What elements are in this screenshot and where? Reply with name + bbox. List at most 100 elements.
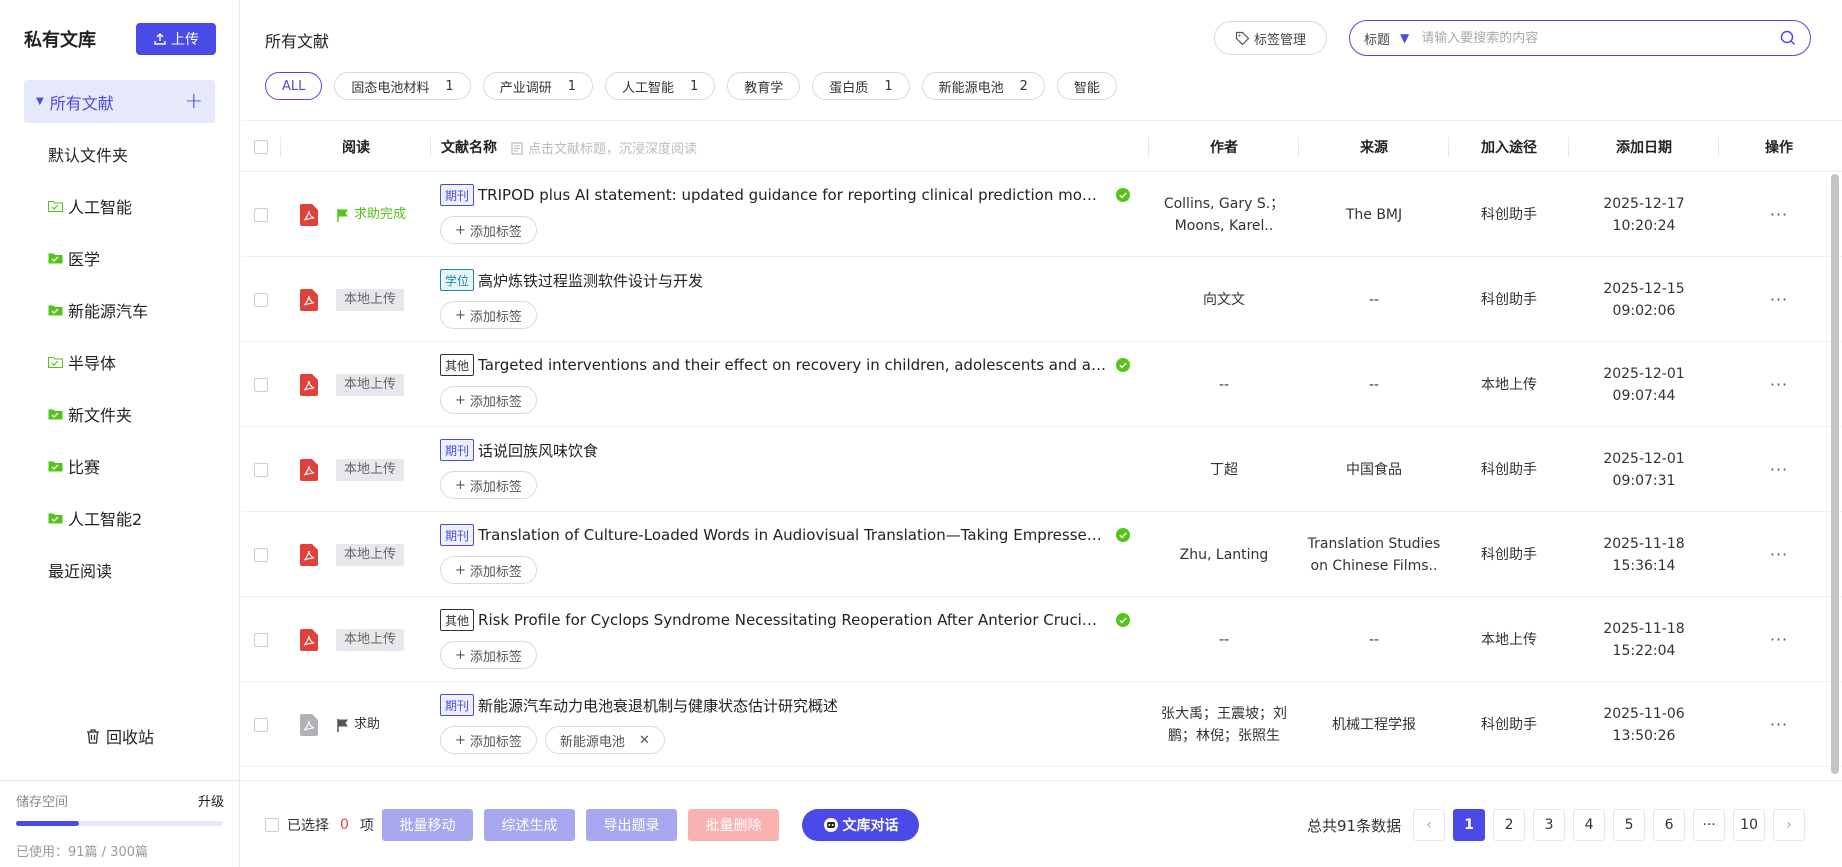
sidebar-item[interactable]: 比赛 [0, 440, 240, 492]
add-tag-button[interactable]: + 添加标签 [440, 301, 537, 329]
next-page-icon[interactable]: › [1773, 809, 1806, 841]
pdf-icon[interactable] [299, 628, 318, 651]
read-status-badge[interactable]: 本地上传 [336, 458, 405, 481]
sidebar-item[interactable]: 最近阅读 [0, 544, 240, 596]
doc-title[interactable]: Risk Profile for Cyclops Syndrome Necess… [478, 611, 1106, 629]
select-all-checkbox[interactable] [254, 140, 268, 154]
add-tag-button[interactable]: + 添加标签 [440, 641, 537, 669]
sidebar-item-all[interactable]: ▼ 所有文献 + [24, 80, 215, 123]
add-tag-button[interactable]: + 添加标签 [440, 471, 537, 499]
tag-chip[interactable]: ALL [265, 72, 323, 100]
tag-chip-label: 产业调研 [499, 80, 552, 96]
tag-chip[interactable]: 蛋白质 1 [812, 72, 910, 100]
tag-chip[interactable]: 产业调研 1 [482, 72, 593, 100]
table-row[interactable]: 本地上传 学位 高炉炼铁过程监测软件设计与开发 + 添加标签 向文文 -- 科创助手 2025-… [241, 257, 1842, 342]
page-button[interactable]: 3 [1533, 809, 1566, 841]
row-checkbox[interactable] [254, 292, 268, 307]
doc-type-badge: 学位 [440, 269, 475, 291]
table-row[interactable]: 求助 期刊 新能源汽车动力电池衰退机制与健康状态估计研究概述 + 添加标签 新能源电池 ✕ 张… [241, 682, 1842, 767]
sidebar-item[interactable]: 新能源汽车 [0, 284, 240, 336]
footer-select-checkbox[interactable] [265, 818, 279, 832]
more-actions-icon[interactable]: ··· [1719, 682, 1839, 767]
sidebar-item[interactable]: 新文件夹 [0, 388, 240, 440]
search-input[interactable] [1421, 30, 1780, 46]
tag-chip[interactable]: 固态电池材料 1 [334, 72, 471, 100]
tag-chip[interactable]: 新能源电池 2 [921, 72, 1045, 100]
recycle-bin[interactable]: 回收站 [0, 716, 240, 756]
read-status-badge[interactable]: 本地上传 [336, 288, 405, 311]
more-actions-icon[interactable]: ··· [1719, 512, 1839, 597]
read-status[interactable]: 求助完成 [336, 204, 406, 226]
page-button[interactable]: 6 [1653, 809, 1686, 841]
table-row[interactable]: 本地上传 其他 Risk Profile for Cyclops Syndrome … [241, 597, 1842, 682]
pdf-icon[interactable] [299, 543, 318, 566]
table-row[interactable]: 求助完成 期刊 TRIPOD plus AI statement: updated … [241, 172, 1842, 257]
pdf-icon[interactable] [299, 713, 318, 736]
doc-title[interactable]: TRIPOD plus AI statement: updated guidan… [478, 186, 1106, 204]
upload-button[interactable]: 上传 [136, 23, 216, 55]
batch-move-button[interactable]: 批量移动 [382, 809, 473, 841]
search-icon[interactable] [1780, 30, 1796, 46]
page-button[interactable]: 10 [1733, 809, 1766, 841]
add-tag-button[interactable]: + 添加标签 [440, 216, 537, 244]
tag-chip[interactable]: 教育学 [727, 72, 801, 100]
row-checkbox[interactable] [254, 717, 268, 732]
summary-generate-button[interactable]: 综述生成 [484, 809, 575, 841]
sidebar-item[interactable]: 半导体 [0, 336, 240, 388]
row-checkbox[interactable] [254, 377, 268, 392]
close-icon[interactable]: ✕ [639, 733, 650, 748]
sidebar-item[interactable]: 人工智能2 [0, 492, 240, 544]
export-citation-button[interactable]: 导出题录 [586, 809, 677, 841]
more-actions-icon[interactable]: ··· [1719, 257, 1839, 342]
more-actions-icon[interactable]: ··· [1719, 172, 1839, 257]
doc-title[interactable]: 高炉炼铁过程监测软件设计与开发 [478, 270, 703, 291]
add-folder-icon[interactable]: + [185, 89, 203, 114]
page-button[interactable]: 4 [1573, 809, 1606, 841]
upgrade-link[interactable]: 升级 [198, 791, 224, 810]
more-actions-icon[interactable]: ··· [1719, 597, 1839, 682]
read-status-badge[interactable]: 本地上传 [336, 373, 405, 396]
pdf-icon[interactable] [299, 373, 318, 396]
doc-title[interactable]: Targeted interventions and their effect … [478, 356, 1106, 374]
doc-title[interactable]: 话说回族风味饮食 [478, 440, 598, 461]
date-day: 2025-11-18 [1603, 535, 1685, 552]
page-button[interactable]: ··· [1693, 809, 1726, 841]
add-tag-button[interactable]: + 添加标签 [440, 386, 537, 414]
row-checkbox[interactable] [254, 462, 268, 477]
tag-chip[interactable]: 智能 [1056, 72, 1117, 100]
doc-title[interactable]: 新能源汽车动力电池衰退机制与健康状态估计研究概述 [478, 695, 838, 716]
table-row[interactable]: 本地上传 期刊 Translation of Culture-Loaded Word… [241, 512, 1842, 597]
more-actions-icon[interactable]: ··· [1719, 342, 1839, 427]
batch-delete-button[interactable]: 批量删除 [688, 809, 779, 841]
doc-title[interactable]: Translation of Culture-Loaded Words in A… [478, 526, 1106, 544]
search-field-select[interactable]: 标题 ▼ [1364, 29, 1421, 48]
table-row[interactable]: 本地上传 期刊 话说回族风味饮食 + 添加标签 丁超 中国食品 科创助手 2025-12-01 0… [241, 427, 1842, 512]
tag-manage-button[interactable]: 标签管理 [1214, 21, 1327, 55]
row-tag[interactable]: 新能源电池 ✕ [544, 726, 665, 754]
add-tag-button[interactable]: + 添加标签 [440, 556, 537, 584]
row-checkbox[interactable] [254, 207, 268, 222]
table-row[interactable]: 本地上传 其他 Targeted interventions and their e… [241, 342, 1842, 427]
sidebar-item[interactable]: 默认文件夹 [0, 128, 240, 180]
read-status-badge[interactable]: 本地上传 [336, 543, 405, 566]
more-actions-icon[interactable]: ··· [1719, 427, 1839, 512]
read-status[interactable]: 求助 [336, 714, 380, 736]
tag-chip[interactable]: 人工智能 1 [604, 72, 716, 100]
prev-page-icon[interactable]: ‹ [1413, 809, 1446, 841]
sidebar-item[interactable]: 人工智能 [0, 180, 240, 232]
page-button[interactable]: 2 [1493, 809, 1526, 841]
page-button[interactable]: 5 [1613, 809, 1646, 841]
pdf-icon[interactable] [299, 288, 318, 311]
row-checkbox[interactable] [254, 547, 268, 562]
table-scrollbar[interactable] [1831, 174, 1839, 774]
pdf-icon[interactable] [299, 203, 318, 226]
row-checkbox[interactable] [254, 632, 268, 647]
caret-down-icon[interactable]: ▼ [36, 96, 44, 107]
library-chat-button[interactable]: 文库对话 [802, 809, 919, 841]
add-tag-button[interactable]: + 添加标签 [440, 726, 537, 754]
tag-line: + 添加标签 [440, 216, 537, 244]
sidebar-item[interactable]: 医学 [0, 232, 240, 284]
pdf-icon[interactable] [299, 458, 318, 481]
page-button[interactable]: 1 [1453, 809, 1486, 841]
read-status-badge[interactable]: 本地上传 [336, 628, 405, 651]
